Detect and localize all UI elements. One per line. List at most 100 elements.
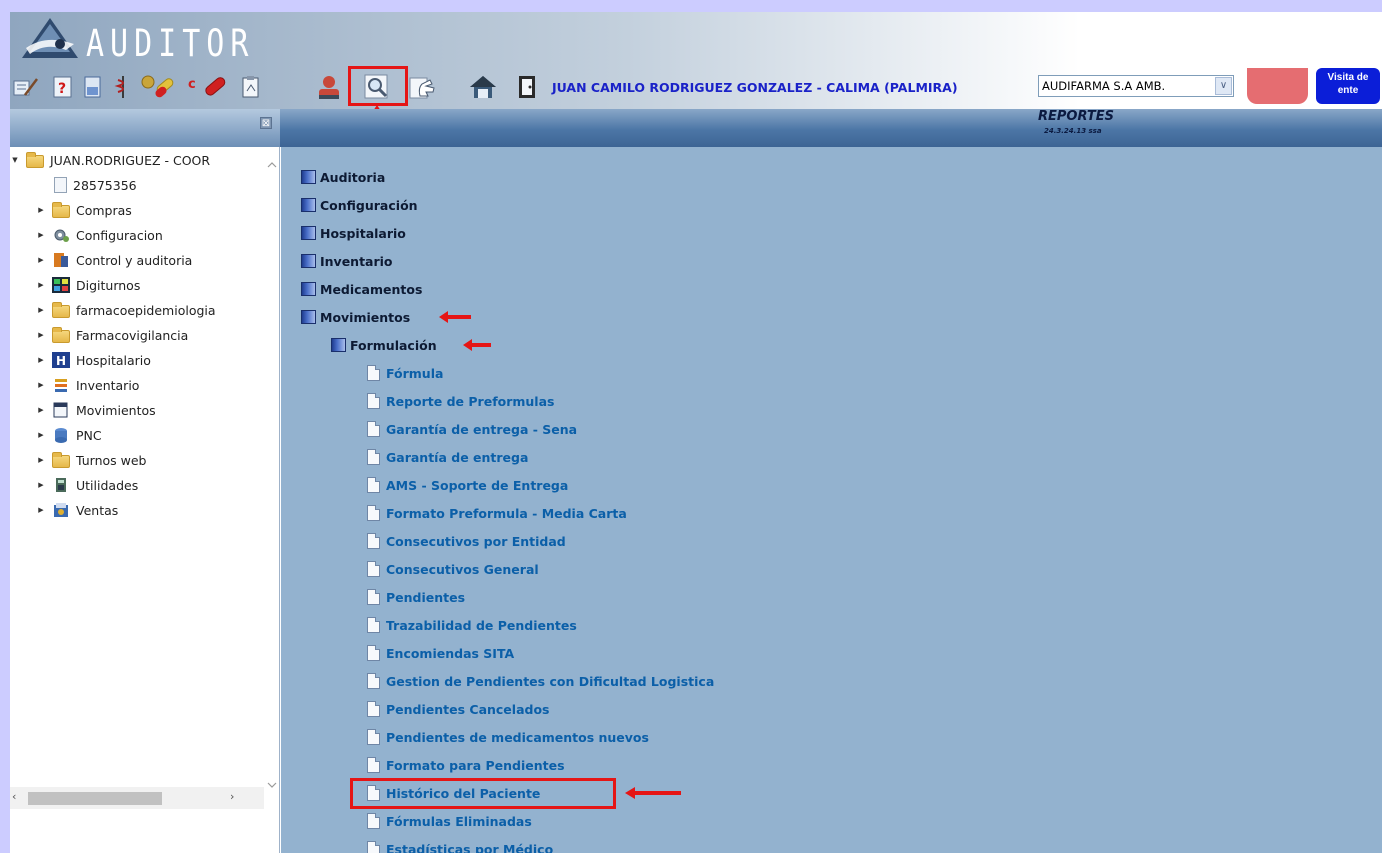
search-highlight-box (348, 66, 408, 106)
expand-icon[interactable]: ▶ (36, 431, 46, 439)
category-hospitalario[interactable]: Hospitalario (301, 222, 406, 244)
entity-select-value: AUDIFARMA S.A AMB. (1042, 79, 1166, 93)
entity-select[interactable]: AUDIFARMA S.A AMB. ∨ (1038, 75, 1234, 97)
report-label: Formato para Pendientes (386, 757, 565, 773)
arrow-left-annotation (625, 787, 681, 799)
expand-icon[interactable]: ▶ (36, 456, 46, 464)
sidebar-item-utilidades[interactable]: ▶ Utilidades (36, 474, 138, 496)
report-link[interactable]: Reporte de Preformulas (367, 390, 554, 412)
sidebar-item-inventario[interactable]: ▶ Inventario (36, 374, 139, 396)
visita-button[interactable]: Visita de ente (1316, 68, 1380, 104)
subcategory-formulacion[interactable]: Formulación (331, 334, 437, 356)
header: AUDITOR ? c JUAN CAMILO RODRIGUEZ GONZAL… (10, 12, 1382, 109)
sidebar-item-hospitalario[interactable]: ▶ H Hospitalario (36, 349, 151, 371)
clipboard-icon[interactable] (238, 74, 264, 100)
page-icon (367, 841, 380, 853)
expand-icon[interactable]: ▶ (36, 406, 46, 414)
collapse-icon[interactable]: ⊠ (260, 117, 272, 129)
document-icon (54, 177, 67, 193)
category-label: Medicamentos (320, 281, 423, 297)
report-link[interactable]: Encomiendas SITA (367, 642, 514, 664)
expand-icon[interactable]: ▶ (36, 506, 46, 514)
report-link[interactable]: Formato para Pendientes (367, 754, 565, 776)
document-icon[interactable] (80, 74, 106, 100)
svg-text:H: H (56, 354, 66, 368)
sidebar-item-label: Turnos web (76, 452, 147, 468)
visita-label-1: Visita de (1327, 72, 1369, 83)
category-auditoria[interactable]: Auditoria (301, 166, 385, 188)
expand-icon[interactable]: ▶ (36, 206, 46, 214)
report-link[interactable]: Consecutivos por Entidad (367, 530, 566, 552)
user-icon[interactable] (316, 74, 342, 100)
sidebar-horizontal-scrollbar[interactable]: ‹ › (10, 787, 264, 809)
subcategory-label: Formulación (350, 337, 437, 353)
category-configuracion[interactable]: Configuración (301, 194, 418, 216)
alert-button[interactable] (1247, 68, 1308, 104)
sidebar-item-label: Digiturnos (76, 277, 141, 293)
report-link[interactable]: Pendientes de medicamentos nuevos (367, 726, 649, 748)
category-movimientos[interactable]: Movimientos (301, 306, 410, 328)
report-link[interactable]: Pendientes Cancelados (367, 698, 549, 720)
report-link[interactable]: Gestion de Pendientes con Dificultad Log… (367, 670, 714, 692)
exit-icon[interactable] (514, 74, 540, 100)
sidebar-item-pnc[interactable]: ▶ PNC (36, 424, 102, 446)
category-label: Hospitalario (320, 225, 406, 241)
help-icon[interactable]: ? (50, 74, 76, 100)
tree-item-id[interactable]: 28575356 (36, 174, 137, 196)
expand-icon[interactable]: ▶ (36, 256, 46, 264)
report-link[interactable]: Fórmula (367, 362, 443, 384)
expand-icon[interactable]: ▶ (36, 231, 46, 239)
expand-icon[interactable]: ▶ (36, 481, 46, 489)
edit-icon[interactable] (13, 74, 39, 100)
report-link[interactable]: Garantía de entrega (367, 446, 528, 468)
category-inventario[interactable]: Inventario (301, 250, 393, 272)
app-window: AUDITOR ? c JUAN CAMILO RODRIGUEZ GONZAL… (10, 12, 1382, 853)
expand-icon[interactable]: ▶ (36, 331, 46, 339)
medical-icon[interactable] (110, 74, 136, 100)
pills-icon[interactable] (140, 74, 180, 100)
capsule-icon[interactable]: c (188, 74, 230, 100)
title-bar: ⊠ REPORTES 24.3.24.13 ssa (10, 109, 1382, 147)
page-icon (367, 673, 380, 689)
hand-icon[interactable] (408, 74, 438, 100)
sidebar-item-farmacoepidemiologia[interactable]: ▶ farmacoepidemiologia (36, 299, 216, 321)
expanded-icon[interactable]: ▼ (10, 156, 20, 164)
report-link[interactable]: Estadísticas por Médico (367, 838, 553, 853)
sidebar-item-farmacovigilancia[interactable]: ▶ Farmacovigilancia (36, 324, 188, 346)
home-icon[interactable] (468, 74, 498, 100)
utilities-icon (52, 477, 70, 493)
expand-icon[interactable]: ▶ (36, 356, 46, 364)
chevron-down-icon[interactable]: ∨ (1215, 77, 1232, 95)
report-link[interactable]: Garantía de entrega - Sena (367, 418, 577, 440)
sidebar-item-ventas[interactable]: ▶ Ventas (36, 499, 118, 521)
sidebar-item-movimientos[interactable]: ▶ Movimientos (36, 399, 156, 421)
report-link[interactable]: Fórmulas Eliminadas (367, 810, 532, 832)
sidebar-item-label: Hospitalario (76, 352, 151, 368)
scroll-left-icon[interactable]: ‹ (12, 790, 16, 803)
page-icon (367, 757, 380, 773)
report-link[interactable]: Pendientes (367, 586, 465, 608)
page-title: REPORTES (1038, 109, 1115, 124)
sidebar-item-control-auditoria[interactable]: ▶ Control y auditoria (36, 249, 192, 271)
digiturnos-icon (52, 277, 70, 293)
sidebar-item-compras[interactable]: ▶ Compras (36, 199, 132, 221)
report-link[interactable]: Consecutivos General (367, 558, 539, 580)
tree-root[interactable]: ▼ JUAN.RODRIGUEZ - COOR (10, 149, 210, 171)
sidebar-vertical-scrollbar[interactable] (264, 147, 280, 807)
page-icon (367, 617, 380, 633)
sidebar-item-turnos-web[interactable]: ▶ Turnos web (36, 449, 146, 471)
scroll-right-icon[interactable]: › (230, 790, 234, 803)
report-link[interactable]: Trazabilidad de Pendientes (367, 614, 577, 636)
sidebar-item-digiturnos[interactable]: ▶ Digiturnos (36, 274, 140, 296)
expand-icon[interactable]: ▶ (36, 281, 46, 289)
expand-icon[interactable]: ▶ (36, 381, 46, 389)
sidebar-item-configuracion[interactable]: ▶ Configuracion (36, 224, 162, 246)
report-link[interactable]: Formato Preformula - Media Carta (367, 502, 627, 524)
expand-icon[interactable]: ▶ (36, 306, 46, 314)
report-link[interactable]: AMS - Soporte de Entrega (367, 474, 568, 496)
report-label: Fórmula (386, 365, 444, 381)
scroll-thumb[interactable] (28, 792, 162, 805)
report-link[interactable]: Histórico del Paciente (367, 782, 540, 804)
report-label: Pendientes de medicamentos nuevos (386, 729, 649, 745)
category-medicamentos[interactable]: Medicamentos (301, 278, 422, 300)
